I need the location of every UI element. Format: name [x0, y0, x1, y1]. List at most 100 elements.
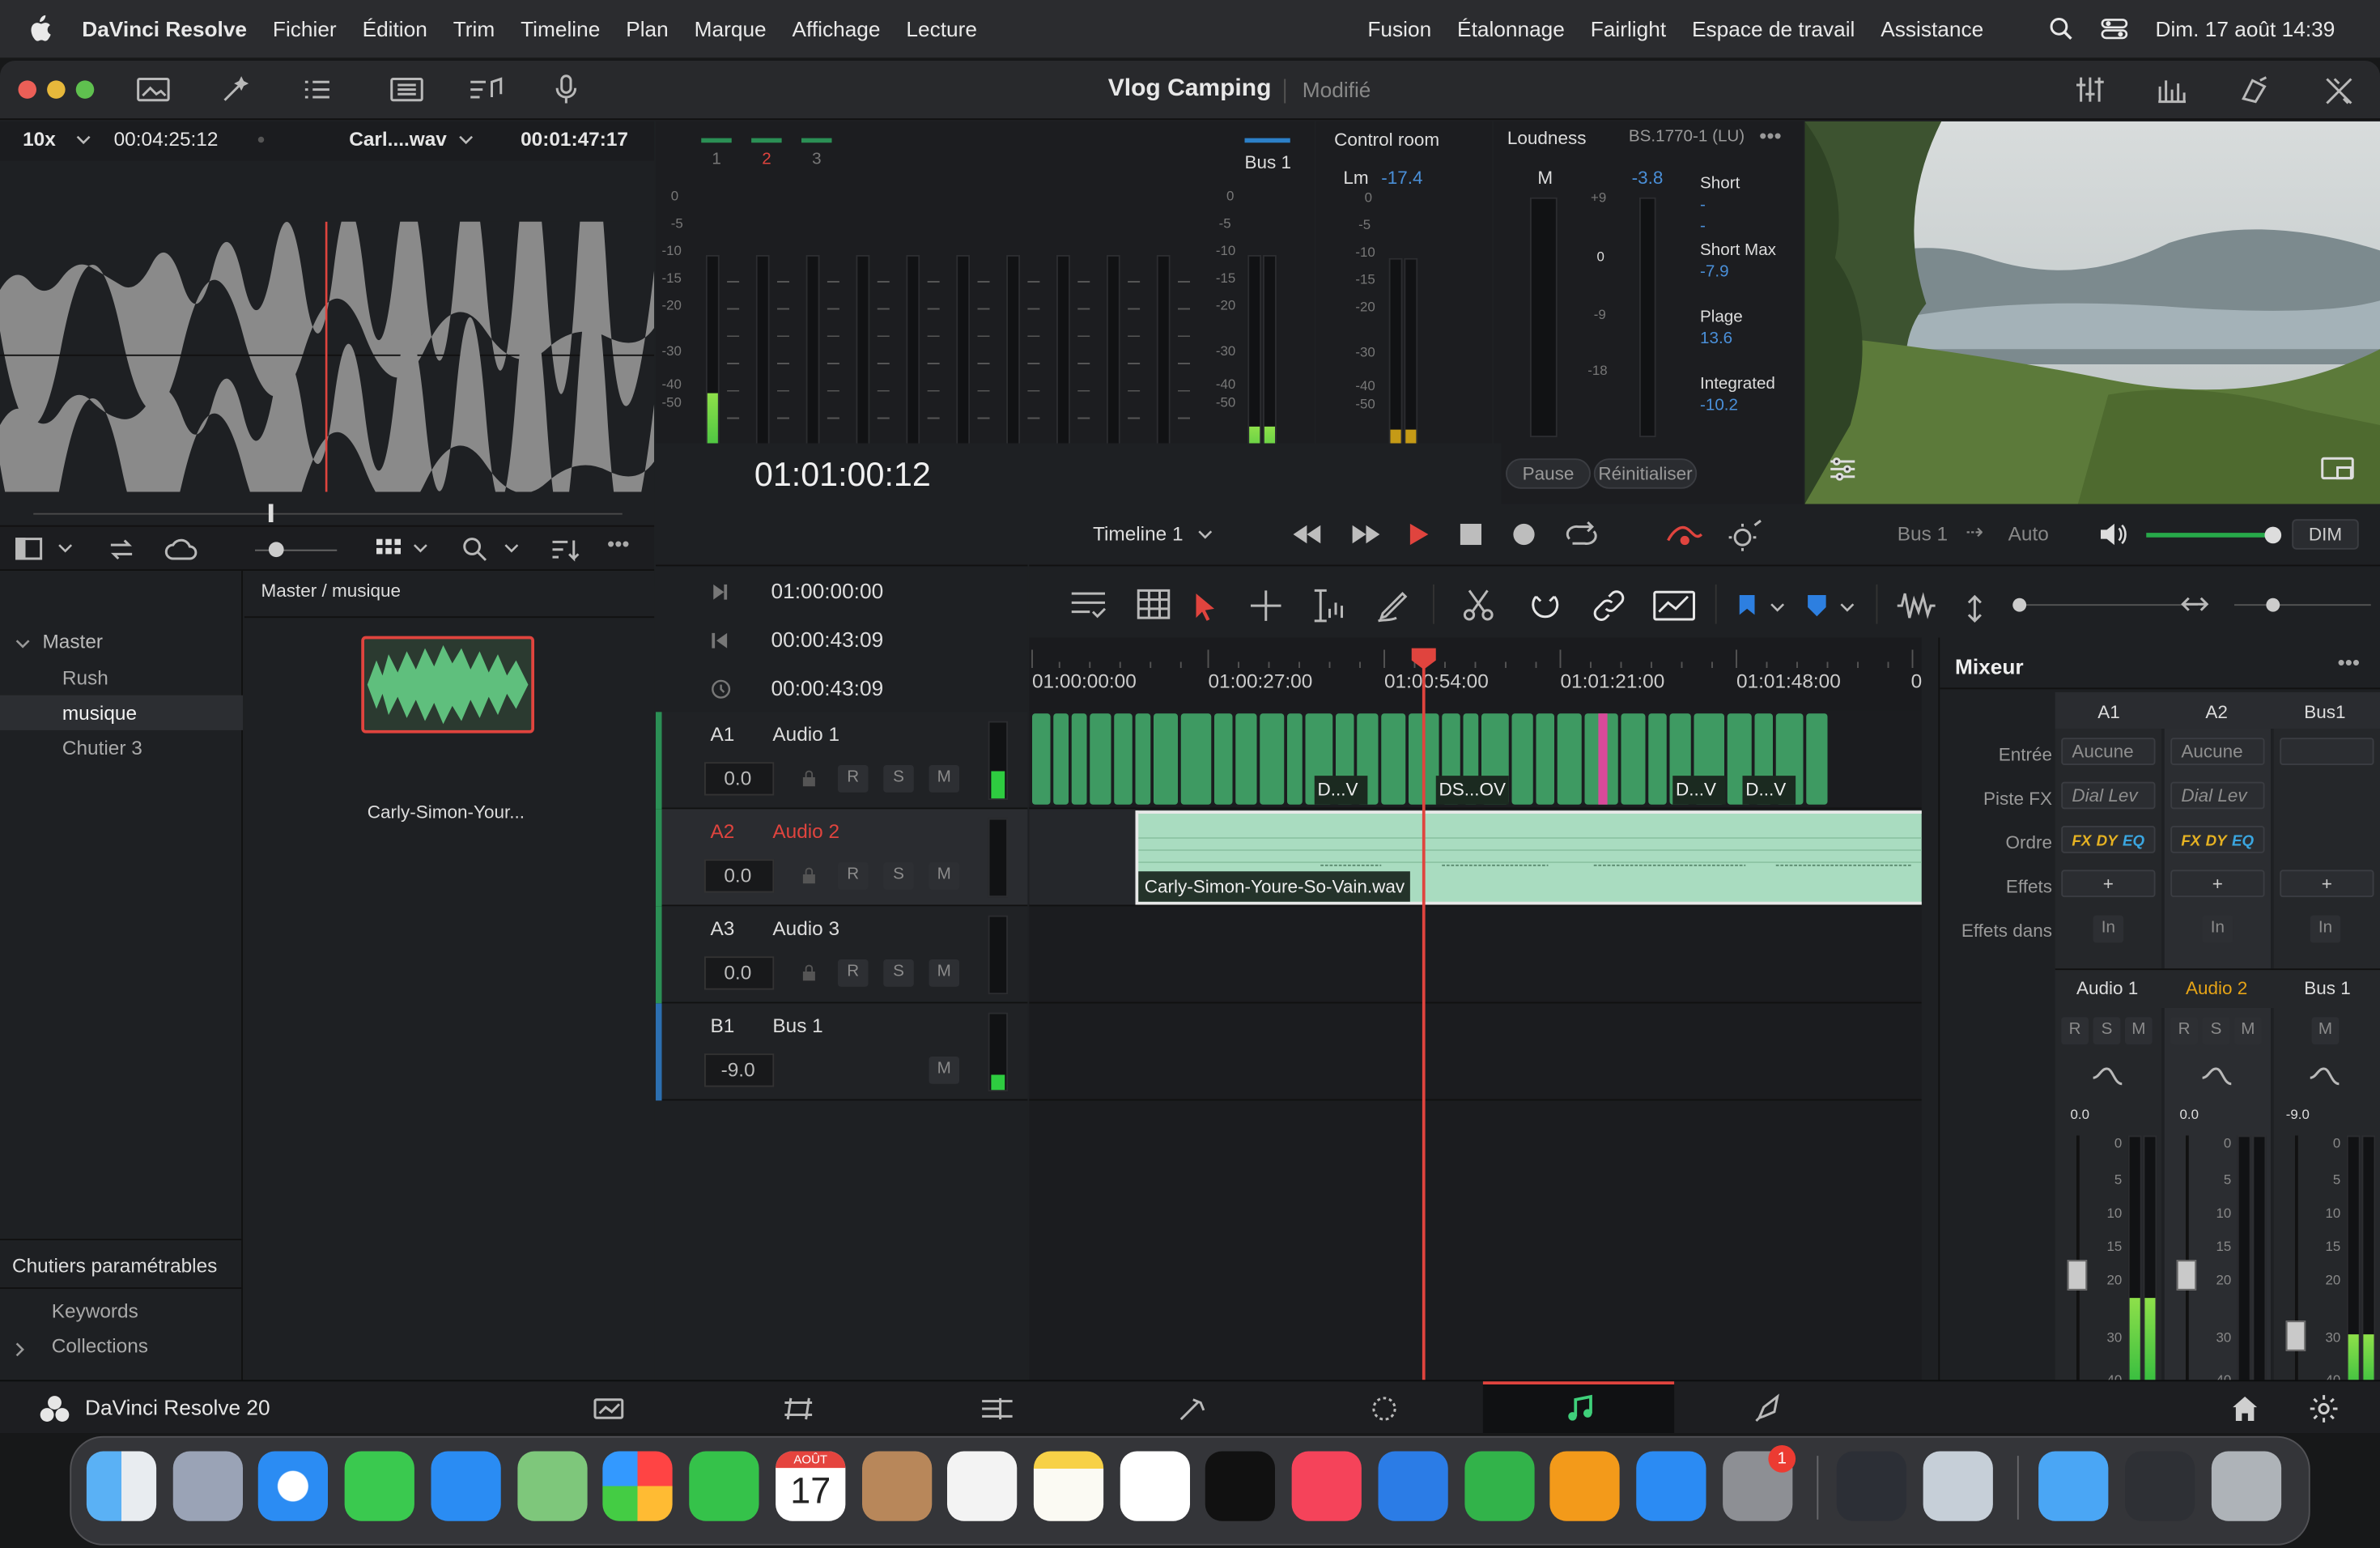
strip-a2-s[interactable]: S: [2202, 1017, 2230, 1044]
menu-marque[interactable]: Marque: [695, 17, 767, 41]
fader-knob[interactable]: [2067, 1260, 2088, 1291]
zoom-level[interactable]: 10x: [23, 128, 56, 151]
track-a2-mute-button[interactable]: M: [929, 862, 959, 890]
trim-hand-icon[interactable]: [1308, 588, 1351, 624]
timeline-tracks[interactable]: D...V DS...OV D...V D...V Carly-Simon-Yo…: [1029, 710, 1922, 1433]
a1-clip-block[interactable]: [1235, 713, 1257, 805]
numbers-icon[interactable]: [1464, 1451, 1535, 1521]
track-a1-header[interactable]: A1 Audio 1 0.0 R S M: [656, 712, 1028, 810]
snapping-icon[interactable]: [1527, 588, 1563, 624]
page-fairlight-icon[interactable]: [1565, 1393, 1596, 1424]
keynote-icon[interactable]: [1378, 1451, 1448, 1521]
master-collapse-icon[interactable]: [15, 639, 31, 651]
strip-a1-order[interactable]: FX DY EQ: [2061, 826, 2156, 853]
track-a3-name[interactable]: Audio 3: [772, 917, 839, 940]
flag-icon[interactable]: [1736, 593, 1757, 618]
messages-icon[interactable]: [344, 1451, 414, 1521]
master-timecode[interactable]: 01:01:00:12: [754, 456, 931, 495]
apple-icon[interactable]: [28, 15, 52, 43]
home-icon[interactable]: [2231, 1395, 2259, 1423]
zoom-chevron-icon[interactable]: [76, 135, 91, 147]
source-waveform[interactable]: [0, 221, 655, 492]
strip-a1-r[interactable]: R: [2061, 1017, 2089, 1044]
automation-icon[interactable]: [1664, 517, 1709, 553]
downloads-folder-icon[interactable]: [2038, 1451, 2109, 1521]
strip-bus1-add-effect[interactable]: +: [2280, 870, 2374, 898]
range-select-icon[interactable]: [1247, 588, 1284, 624]
zoom-window-button[interactable]: [75, 80, 95, 99]
spotlight-icon[interactable]: [2049, 17, 2073, 41]
track-a3-volume[interactable]: 0.0: [704, 956, 775, 990]
zoom-slider-1[interactable]: [2016, 604, 2198, 606]
a1-clip-block[interactable]: [1648, 713, 1667, 805]
track-b1-volume[interactable]: -9.0: [704, 1053, 775, 1087]
page-fusion-icon[interactable]: [1176, 1395, 1209, 1423]
maps-icon[interactable]: [517, 1451, 588, 1521]
page-cut-icon[interactable]: [782, 1395, 822, 1423]
strip-a1-input[interactable]: Aucune: [2061, 738, 2156, 765]
media-pool-icon[interactable]: [137, 76, 170, 104]
track-a3-record-button[interactable]: R: [838, 959, 869, 987]
a1-clip-block[interactable]: [1114, 713, 1133, 805]
automation-mode[interactable]: Auto: [2008, 522, 2049, 545]
monitor-volume-knob[interactable]: [2264, 526, 2282, 544]
a1-clip-block[interactable]: [1806, 713, 1828, 805]
fader-knob[interactable]: [2285, 1320, 2306, 1351]
preview-icon[interactable]: [1923, 1451, 1993, 1521]
menu-lecture[interactable]: Lecture: [906, 17, 977, 41]
a1-clip-block[interactable]: [1053, 713, 1069, 805]
close-window-button[interactable]: [18, 80, 36, 99]
grid-view-icon[interactable]: [376, 538, 404, 560]
link-icon[interactable]: [1591, 588, 1627, 624]
music-icon[interactable]: [1291, 1451, 1362, 1521]
music-clip[interactable]: Carly-Simon-Youre-So-Vain.wav: [1135, 810, 1922, 905]
audio-clip-thumbnail[interactable]: [361, 636, 534, 734]
track-a1-name[interactable]: Audio 1: [772, 723, 839, 746]
menubar-datetime[interactable]: Dim. 17 août 14:39: [2156, 17, 2335, 41]
strip-a2-order[interactable]: FX DY EQ: [2170, 826, 2265, 853]
page-media-icon[interactable]: [592, 1395, 625, 1423]
timeline-chevron-icon[interactable]: [1197, 529, 1213, 542]
menu-fichier[interactable]: Fichier: [273, 17, 337, 41]
strip-a1-effects-in[interactable]: In: [2093, 915, 2124, 943]
cloud-icon[interactable]: [164, 536, 198, 563]
track-a1-volume[interactable]: 0.0: [704, 762, 775, 796]
contacts-icon[interactable]: [862, 1451, 933, 1521]
sync-bin-icon[interactable]: [106, 536, 137, 563]
razor-icon[interactable]: [1460, 588, 1497, 624]
fader-track[interactable]: [2295, 1135, 2298, 1401]
sort-icon[interactable]: [550, 536, 580, 563]
reminders-icon[interactable]: [947, 1451, 1018, 1521]
zoom-slider-1-knob[interactable]: [2012, 598, 2027, 612]
sound-library-icon[interactable]: [389, 76, 425, 104]
photos-icon[interactable]: [602, 1451, 673, 1521]
track-a2-record-button[interactable]: R: [838, 862, 869, 890]
mixer-more-icon[interactable]: •••: [2338, 650, 2361, 674]
pencil-icon[interactable]: [1375, 588, 1412, 624]
viewer-mode-icon[interactable]: [2321, 456, 2354, 483]
page-deliver-icon[interactable]: [1753, 1393, 1787, 1424]
menu-trim[interactable]: Trim: [453, 17, 495, 41]
davinci-resolve-icon[interactable]: [1836, 1451, 1906, 1521]
strip-a2-eq-icon[interactable]: [2201, 1065, 2234, 1087]
source-scrubber[interactable]: [33, 512, 623, 515]
timeline-selector[interactable]: Timeline 1: [1093, 522, 1184, 545]
menu-workspace[interactable]: Espace de travail: [1692, 17, 1855, 41]
video-preview[interactable]: [1804, 121, 2380, 504]
metadata-icon[interactable]: [2239, 74, 2272, 105]
strip-a2-track-fx[interactable]: Dial Lev: [2170, 781, 2265, 810]
marker-chevron-icon[interactable]: [1840, 602, 1855, 615]
a1-clip-block[interactable]: [1557, 713, 1582, 805]
notes-icon[interactable]: [1033, 1451, 1104, 1521]
source-clip-name[interactable]: Carl....wav: [349, 128, 447, 151]
track-a2-name[interactable]: Audio 2: [772, 820, 839, 843]
strip-a2-effects-in[interactable]: In: [2202, 915, 2233, 943]
a1-clip-block[interactable]: [1287, 713, 1303, 805]
track-b1-header[interactable]: B1 Bus 1 -9.0 M: [656, 1003, 1028, 1101]
track-a3-header[interactable]: A3 Audio 3 0.0 R S M: [656, 906, 1028, 1004]
window-stack-icon[interactable]: [2125, 1451, 2195, 1521]
mixer-toggle-icon[interactable]: [2073, 74, 2106, 105]
flag-chevron-icon[interactable]: [1770, 602, 1785, 615]
menu-etalonnage[interactable]: Étalonnage: [1457, 17, 1565, 41]
facetime-icon[interactable]: [689, 1451, 759, 1521]
